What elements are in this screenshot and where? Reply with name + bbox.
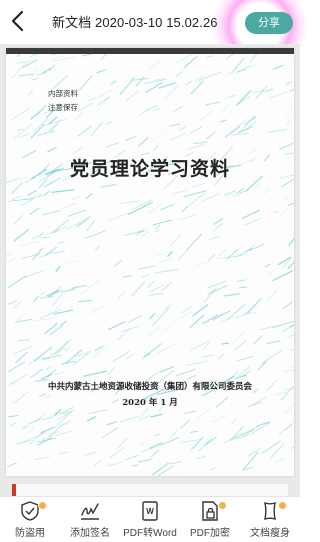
next-page-preview[interactable] bbox=[12, 484, 288, 496]
top-bar: 新文档 2020-03-10 15.02.26 分享 bbox=[0, 0, 308, 74]
note-keep: 注意保存 bbox=[48, 103, 78, 112]
new-badge bbox=[38, 501, 47, 510]
note-internal: 内部资料 bbox=[48, 89, 78, 98]
document-date: 2020 年 1 月 bbox=[122, 398, 178, 408]
document-viewer[interactable]: 内部资料 注意保存 党员理论学习资料 中共内蒙古土地资源收储投资（集团）有限公司… bbox=[0, 44, 300, 496]
pdf-to-word-icon: W bbox=[142, 501, 158, 521]
signature-icon bbox=[81, 503, 99, 520]
share-button[interactable]: 分享 bbox=[245, 12, 293, 34]
toolbar-label: 文档瘦身 bbox=[250, 528, 290, 539]
slim-document-button[interactable]: 文档瘦身 bbox=[240, 501, 300, 541]
svg-text:W: W bbox=[146, 507, 154, 516]
document-title: 新文档 2020-03-10 15.02.26 bbox=[52, 15, 218, 30]
toolbar-label: 防盗用 bbox=[15, 528, 45, 539]
pdf-to-word-button[interactable]: W PDF转Word bbox=[120, 501, 180, 541]
bottom-toolbar: 防盗用 添加签名 W PDF转Word PDF加密 文档瘦身 bbox=[0, 496, 300, 542]
organization-name: 中共内蒙古土地资源收储投资（集团）有限公司委员会 bbox=[47, 382, 252, 392]
page-title: 党员理论学习资料 bbox=[69, 158, 230, 180]
toolbar-label: 添加签名 bbox=[70, 528, 110, 539]
document-page[interactable]: 内部资料 注意保存 党员理论学习资料 中共内蒙古土地资源收储投资（集团）有限公司… bbox=[6, 48, 294, 476]
add-signature-button[interactable]: 添加签名 bbox=[60, 501, 120, 541]
chevron-left-icon bbox=[11, 10, 24, 32]
page-edge bbox=[6, 48, 294, 54]
pdf-encrypt-button[interactable]: PDF加密 bbox=[180, 501, 240, 541]
toolbar-label: PDF加密 bbox=[190, 528, 230, 539]
toolbar-label: PDF转Word bbox=[123, 528, 177, 539]
anti-theft-button[interactable]: 防盗用 bbox=[0, 501, 60, 541]
new-badge bbox=[218, 501, 227, 510]
back-button[interactable] bbox=[6, 8, 32, 34]
new-badge bbox=[278, 501, 287, 510]
